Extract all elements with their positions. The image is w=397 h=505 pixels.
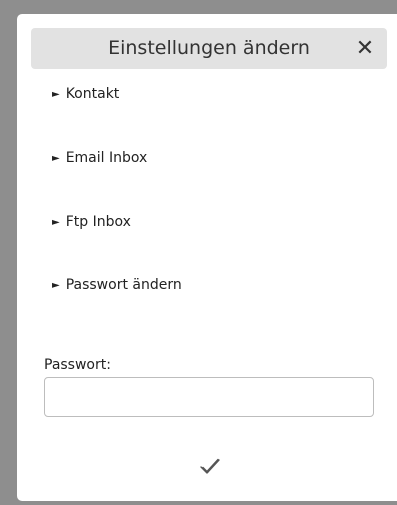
section-label: Ftp Inbox [65, 214, 131, 230]
section-passwort-aendern[interactable]: ► Passwort ändern [52, 273, 182, 297]
triangle-right-icon: ► [52, 153, 60, 164]
password-field[interactable] [44, 377, 374, 417]
triangle-right-icon: ► [52, 89, 60, 100]
close-button[interactable]: ✕ [351, 28, 379, 69]
password-label: Passwort: [44, 357, 111, 373]
section-label: Passwort ändern [65, 277, 182, 293]
settings-dialog: Einstellungen ändern ✕ ► Kontakt ► Email I… [17, 14, 397, 501]
dialog-header: Einstellungen ändern ✕ [31, 28, 387, 69]
triangle-right-icon: ► [52, 217, 60, 228]
confirm-button[interactable] [195, 454, 225, 480]
section-ftp-inbox[interactable]: ► Ftp Inbox [52, 210, 131, 234]
section-label: Kontakt [65, 86, 120, 102]
triangle-right-icon: ► [52, 280, 60, 291]
section-kontakt[interactable]: ► Kontakt [52, 82, 119, 106]
checkmark-icon [200, 458, 220, 474]
section-email-inbox[interactable]: ► Email Inbox [52, 146, 147, 170]
dialog-title: Einstellungen ändern [108, 37, 310, 59]
close-icon: ✕ [355, 36, 375, 61]
section-label: Email Inbox [65, 150, 148, 166]
